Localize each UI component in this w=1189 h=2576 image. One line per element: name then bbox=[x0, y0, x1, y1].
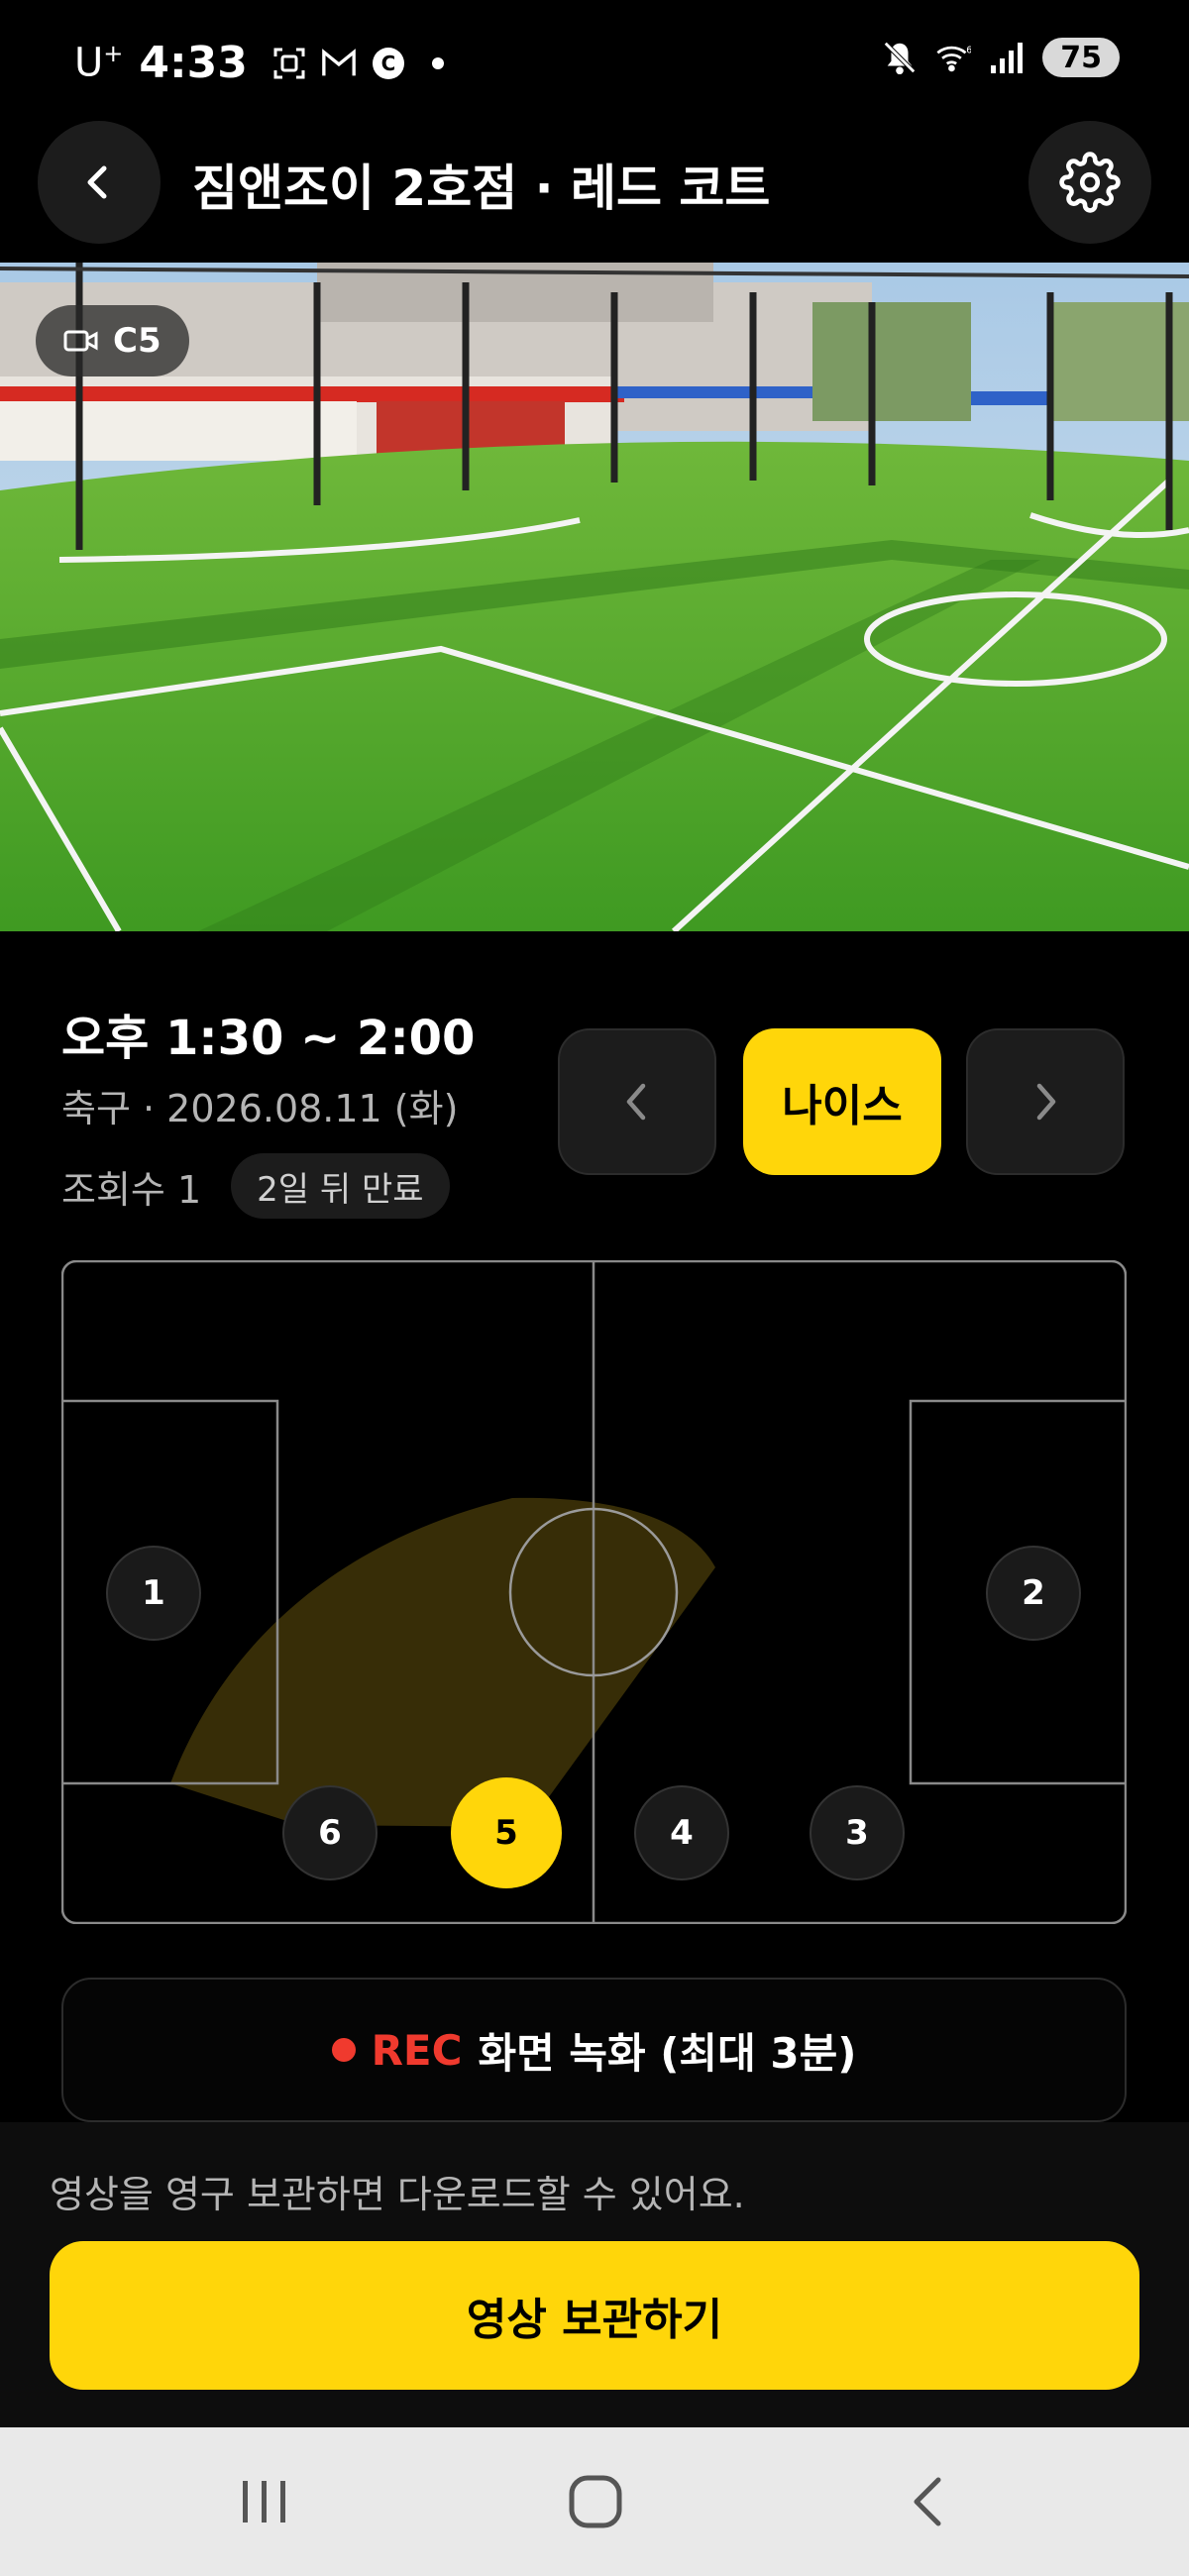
svg-text:6: 6 bbox=[967, 45, 972, 55]
signal-icon bbox=[989, 40, 1025, 75]
expiry-badge: 2일 뒤 만료 bbox=[231, 1153, 450, 1219]
save-video-button[interactable]: 영상 보관하기 bbox=[50, 2241, 1139, 2390]
recents-icon bbox=[243, 2481, 285, 2522]
chevron-left-icon bbox=[87, 165, 107, 199]
chevron-left-icon bbox=[626, 1083, 646, 1121]
field-lines bbox=[60, 1259, 1128, 1925]
status-time: 4:33 bbox=[139, 38, 248, 88]
camera-position-2[interactable]: 2 bbox=[986, 1546, 1081, 1641]
next-highlight-button[interactable] bbox=[966, 1028, 1125, 1175]
session-views-row: 조회수 1 2일 뒤 만료 bbox=[61, 1153, 450, 1219]
c-app-icon: C bbox=[371, 46, 406, 81]
battery-indicator: 75 bbox=[1042, 38, 1120, 77]
carrier-label: U+ bbox=[74, 40, 124, 86]
camera-position-5[interactable]: 5 bbox=[451, 1777, 562, 1888]
video-camera-icon bbox=[63, 330, 98, 352]
svg-text:C: C bbox=[381, 52, 396, 75]
record-dot-icon bbox=[331, 2038, 356, 2062]
page-title: 짐앤조이 2호점 · 레드 코트 bbox=[192, 160, 771, 217]
highlight-label-button[interactable]: 나이스 bbox=[743, 1028, 941, 1175]
rec-label: REC bbox=[371, 2025, 463, 2075]
home-button[interactable] bbox=[536, 2447, 655, 2556]
view-count: 조회수 1 bbox=[61, 1167, 202, 1212]
camera-position-6[interactable]: 6 bbox=[282, 1785, 378, 1880]
status-left: U+ 4:33 C bbox=[74, 38, 456, 88]
system-back-button[interactable] bbox=[869, 2447, 988, 2556]
session-meta: 축구 · 2026.08.11 (화) bbox=[61, 1087, 459, 1130]
wifi-icon: 6 bbox=[935, 40, 971, 75]
camera-position-3[interactable]: 3 bbox=[810, 1785, 905, 1880]
camera-position-1[interactable]: 1 bbox=[106, 1546, 201, 1641]
camera-position-4[interactable]: 4 bbox=[634, 1785, 729, 1880]
save-note: 영상을 영구 보관하면 다운로드할 수 있어요. bbox=[50, 2173, 745, 2216]
chevron-right-icon bbox=[1036, 1083, 1056, 1121]
back-icon bbox=[914, 2477, 941, 2526]
screen-record-button[interactable]: REC 화면 녹화 (최대 3분) bbox=[61, 1978, 1127, 2122]
camera-label-badge: C5 bbox=[36, 305, 189, 376]
mute-icon bbox=[882, 40, 918, 75]
camera-label: C5 bbox=[113, 321, 162, 361]
status-right: 6 75 bbox=[882, 38, 1120, 77]
status-app-icons: C bbox=[271, 46, 456, 81]
gear-icon bbox=[1059, 152, 1121, 213]
notification-dot-icon bbox=[420, 46, 456, 81]
gmail-icon bbox=[321, 46, 357, 81]
settings-button[interactable] bbox=[1028, 121, 1151, 244]
field-diagram: 1 2 6 5 4 3 bbox=[60, 1259, 1128, 1925]
session-time: 오후 1:30 ~ 2:00 bbox=[61, 1011, 476, 1066]
record-text: 화면 녹화 (최대 3분) bbox=[478, 2028, 857, 2078]
screenshot-icon bbox=[271, 46, 307, 81]
status-bar: U+ 4:33 C 6 75 bbox=[0, 0, 1189, 129]
back-button[interactable] bbox=[38, 121, 161, 244]
home-icon bbox=[569, 2475, 622, 2528]
camera-coverage-area bbox=[170, 1497, 715, 1827]
prev-highlight-button[interactable] bbox=[558, 1028, 716, 1175]
recents-button[interactable] bbox=[205, 2447, 324, 2556]
